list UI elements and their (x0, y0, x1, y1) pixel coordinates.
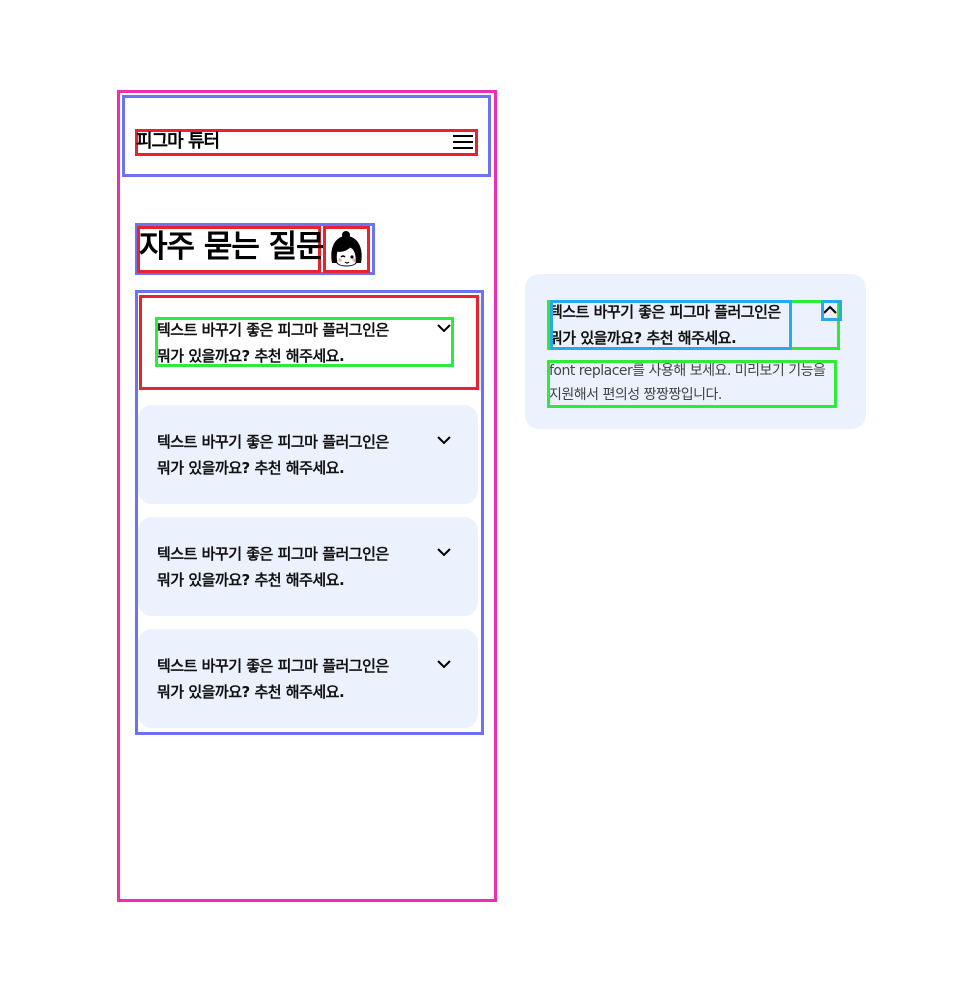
faq-question: 텍스트 바꾸기 좋은 피그마 플러그인은 뭐가 있을까요? 추천 해주세요. (157, 541, 407, 593)
faq-question: 텍스트 바꾸기 좋은 피그마 플러그인은 뭐가 있을까요? 추천 해주세요. (157, 429, 407, 481)
faq-question-line2: 뭐가 있을까요? 추천 해주세요. (157, 683, 345, 701)
faq-question-row-highlight (155, 317, 454, 367)
faq-question: 텍스트 바꾸기 좋은 피그마 플러그인은 뭐가 있을까요? 추천 해주세요. (157, 653, 407, 705)
faq-expanded-question-highlight (550, 300, 792, 350)
character-avatar-icon (331, 231, 362, 267)
faq-question-line2: 뭐가 있을까요? 추천 해주세요. (157, 571, 345, 589)
hamburger-menu-icon[interactable] (453, 135, 473, 151)
faq-question-line1: 텍스트 바꾸기 좋은 피그마 플러그인은 (157, 545, 389, 563)
faq-question-line2: 뭐가 있을까요? 추천 해주세요. (157, 459, 345, 477)
page-title: 자주 묻는 질문 (139, 229, 325, 265)
logo[interactable]: 피그마 튜터 (136, 131, 220, 153)
chevron-highlight (821, 300, 842, 321)
faq-question-line1: 텍스트 바꾸기 좋은 피그마 플러그인은 (157, 657, 389, 675)
avatar (323, 226, 370, 273)
faq-question-line1: 텍스트 바꾸기 좋은 피그마 플러그인은 (157, 433, 389, 451)
chevron-down-icon[interactable] (437, 435, 451, 445)
chevron-down-icon[interactable] (437, 659, 451, 669)
chevron-down-icon[interactable] (437, 547, 451, 557)
faq-expanded-answer-highlight (547, 360, 837, 408)
